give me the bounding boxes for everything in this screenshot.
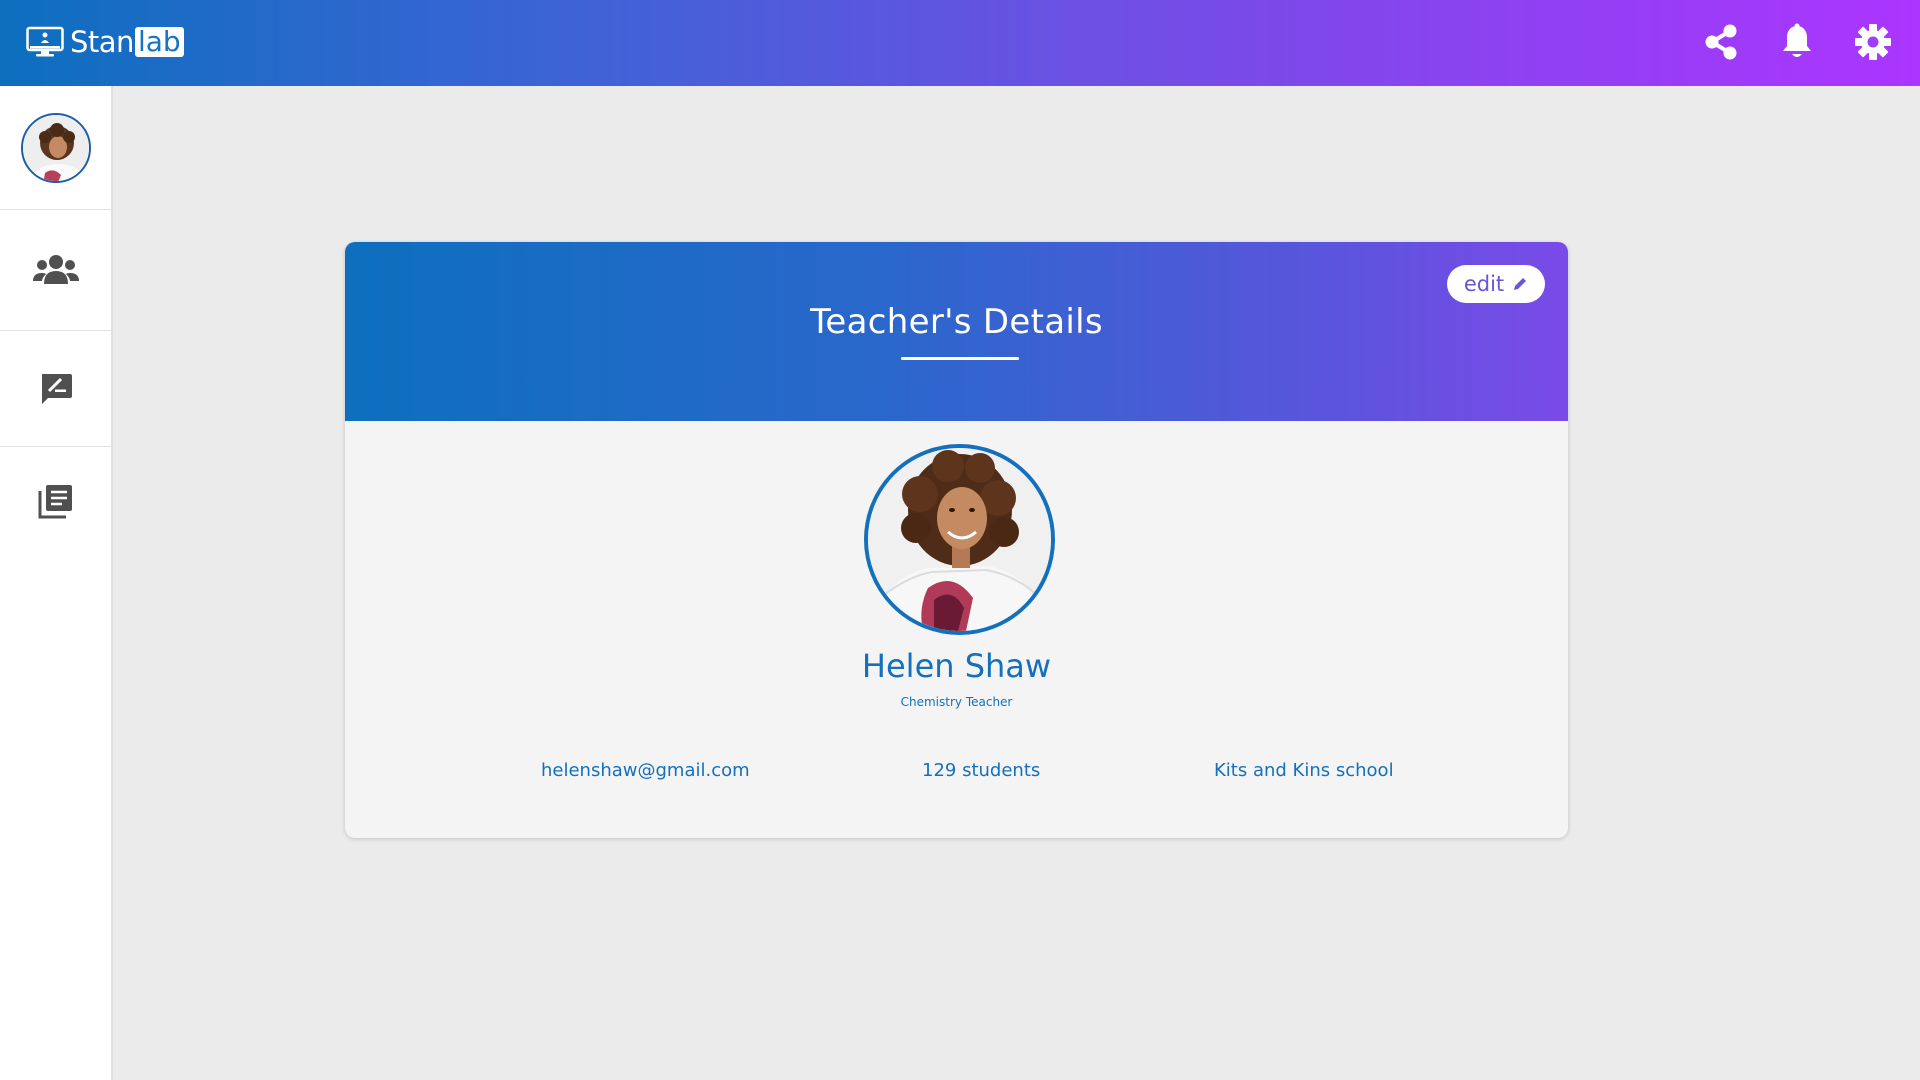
top-actions — [1702, 20, 1892, 64]
share-icon — [1705, 24, 1737, 60]
sidebar-item-library[interactable] — [0, 447, 111, 555]
teacher-role: Chemistry Teacher — [900, 695, 1013, 709]
library-icon — [38, 485, 72, 519]
school-name: Kits and Kins school — [1214, 760, 1394, 781]
settings-button[interactable] — [1854, 20, 1892, 64]
bell-icon — [1783, 23, 1811, 57]
logo-text-stan: Stan — [70, 25, 134, 59]
edit-button[interactable]: edit — [1447, 265, 1545, 303]
sidebar-item-students[interactable] — [0, 210, 111, 331]
monitor-icon — [26, 26, 64, 57]
teacher-email[interactable]: helenshaw@gmail.com — [541, 760, 750, 781]
teacher-name: Helen Shaw — [861, 647, 1052, 685]
feedback-icon — [41, 373, 72, 404]
sidebar-item-profile[interactable] — [0, 86, 111, 210]
student-count: 129 students — [922, 760, 1041, 781]
stanlab-logo[interactable]: Stan lab — [26, 24, 184, 60]
page-title: Teacher's Details — [810, 302, 1103, 342]
notifications-button[interactable] — [1778, 20, 1816, 64]
sidebar — [0, 86, 113, 1080]
top-bar: Stan lab — [0, 0, 1920, 86]
teacher-details-card: Teacher's Details edit Helen Shaw Chemis… — [345, 242, 1568, 838]
profile-photo — [864, 444, 1055, 635]
edit-label: edit — [1463, 272, 1505, 296]
sidebar-item-feedback[interactable] — [0, 331, 111, 447]
pencil-icon — [1514, 278, 1527, 290]
avatar — [20, 112, 91, 183]
title-underline — [901, 357, 1019, 360]
card-header: Teacher's Details edit — [345, 242, 1568, 421]
gear-icon — [1855, 24, 1891, 60]
users-icon — [32, 255, 79, 284]
logo-text-lab: lab — [134, 27, 184, 57]
share-button[interactable] — [1702, 20, 1740, 64]
